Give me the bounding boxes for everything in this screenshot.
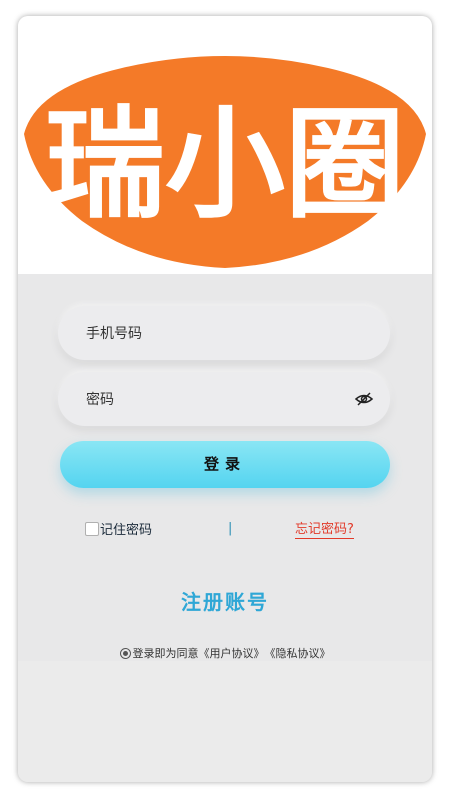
agreement-prefix: 登录即为同意 <box>132 647 199 660</box>
remember-checkbox[interactable] <box>85 521 99 536</box>
bottom-panel <box>18 661 432 782</box>
agreement-line: 登录即为同意 《用户协议》 《隐私协议》 <box>18 645 432 661</box>
agreement-radio[interactable] <box>119 647 131 659</box>
eye-off-icon[interactable] <box>354 389 374 409</box>
user-agreement-link[interactable]: 《用户协议》 <box>199 645 265 661</box>
remember-label: 记住密码 <box>100 523 153 538</box>
logo-text: 瑞小圈 <box>45 96 405 235</box>
brand-banner: 瑞小圈 <box>18 16 432 274</box>
logo-image: 瑞小圈 <box>24 56 426 268</box>
divider: | <box>228 521 233 536</box>
remember-password[interactable]: 记住密码 <box>85 519 152 538</box>
password-input[interactable]: 密码 <box>58 372 390 426</box>
app-screen: 瑞小圈 手机号码 密码 登录 记住密码 | 忘记密码? 注册账号 登录即为同意 … <box>18 16 432 782</box>
login-button[interactable]: 登录 <box>60 441 390 488</box>
password-placeholder: 密码 <box>86 392 114 408</box>
forgot-password-link[interactable]: 忘记密码? <box>295 518 354 539</box>
privacy-agreement-link[interactable]: 《隐私协议》 <box>265 645 331 661</box>
register-link[interactable]: 注册账号 <box>18 586 432 615</box>
phone-placeholder: 手机号码 <box>86 326 142 342</box>
phone-input[interactable]: 手机号码 <box>58 306 390 360</box>
